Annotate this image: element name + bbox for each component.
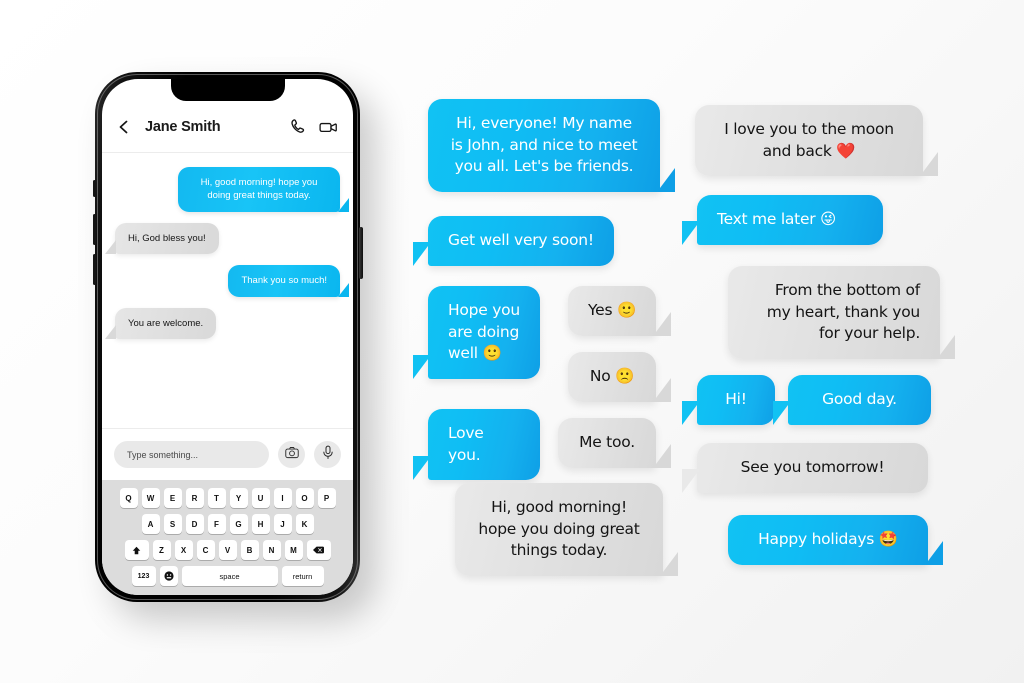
gallery-bubble-bottom-of-heart[interactable]: From the bottom of my heart, thank you f… (728, 266, 955, 359)
chat-bubble-incoming[interactable]: Hi, God bless you! (115, 222, 219, 255)
chat-bubble-outgoing[interactable]: Thank you so much! (228, 265, 349, 298)
contact-name: Jane Smith (145, 118, 221, 135)
gallery-bubble-good-morning[interactable]: Hi, good morning! hope you doing great t… (455, 483, 678, 576)
key-q[interactable]: Q (119, 488, 138, 508)
back-chevron-icon[interactable] (115, 118, 133, 136)
keyboard-row-4: 123 space return (106, 566, 349, 586)
gallery-bubble-see-you[interactable]: See you tomorrow! (682, 443, 928, 493)
key-x[interactable]: X (174, 540, 193, 560)
key-s[interactable]: S (163, 514, 182, 534)
phone-frame: Jane Smith Hi, good morning! hope you do (92, 72, 363, 602)
key-a[interactable]: A (141, 514, 160, 534)
emoji-icon (163, 571, 174, 581)
key-p[interactable]: P (317, 488, 336, 508)
key-w[interactable]: W (141, 488, 160, 508)
microphone-button[interactable] (314, 441, 341, 468)
camera-button[interactable] (278, 441, 305, 468)
gallery-bubble-text: Hi, everyone! My name is John, and nice … (450, 114, 638, 176)
key-z[interactable]: Z (152, 540, 171, 560)
gallery-bubble-get-well[interactable]: Get well very soon! (413, 216, 614, 266)
key-i[interactable]: I (273, 488, 292, 508)
phone-icon[interactable] (288, 117, 308, 137)
gallery-bubble-text: Hi! (725, 390, 747, 408)
volume-up-button[interactable] (92, 214, 96, 245)
gallery-bubble-text: Happy holidays 🤩 (758, 530, 898, 548)
phone-message-list: Hi, good morning! hope you doing great t… (102, 153, 353, 428)
silent-switch-button[interactable] (92, 180, 96, 197)
gallery-bubble-text-me-later[interactable]: Text me later 😜 (682, 195, 883, 245)
gallery-bubble-good-day[interactable]: Good day. (773, 375, 931, 425)
gallery-bubble-text: Get well very soon! (448, 231, 594, 249)
gallery-bubble-text: I love you to the moon and back ❤️ (724, 120, 894, 160)
phone-screen: Jane Smith Hi, good morning! hope you do (102, 79, 353, 595)
microphone-icon (322, 445, 334, 465)
keyboard-row-2: A S D F G H J K (106, 514, 349, 534)
message-row: You are welcome. (115, 307, 340, 340)
volume-down-button[interactable] (92, 254, 96, 285)
gallery-bubble-text: From the bottom of my heart, thank you f… (766, 281, 920, 343)
key-m[interactable]: M (284, 540, 303, 560)
backspace-key[interactable] (306, 540, 331, 560)
camera-icon (284, 446, 299, 464)
gallery-bubble-text: No 🙁 (589, 367, 635, 385)
key-c[interactable]: C (196, 540, 215, 560)
message-input-bar: Type something... (102, 428, 353, 480)
key-y[interactable]: Y (229, 488, 248, 508)
key-t[interactable]: T (207, 488, 226, 508)
phone-notch (170, 79, 285, 101)
key-k[interactable]: K (295, 514, 314, 534)
key-u[interactable]: U (251, 488, 270, 508)
on-screen-keyboard: Q W E R T Y U I O P A S D F G H J K Z X … (102, 480, 353, 595)
gallery-bubble-intro[interactable]: Hi, everyone! My name is John, and nice … (428, 99, 675, 192)
keyboard-row-1: Q W E R T Y U I O P (106, 488, 349, 508)
key-n[interactable]: N (262, 540, 281, 560)
keyboard-row-3: Z X C V B N M (106, 540, 349, 560)
key-h[interactable]: H (251, 514, 270, 534)
video-camera-icon[interactable] (318, 117, 338, 137)
gallery-bubble-text: Me too. (579, 433, 635, 451)
gallery-bubble-love-you[interactable]: Love you. (413, 409, 540, 481)
key-g[interactable]: G (229, 514, 248, 534)
key-o[interactable]: O (295, 488, 314, 508)
gallery-bubble-text: Yes 🙂 (588, 301, 636, 319)
chat-header: Jane Smith (102, 101, 353, 153)
chat-bubble-outgoing[interactable]: Hi, good morning! hope you doing great t… (178, 167, 349, 212)
chat-bubble-incoming[interactable]: You are welcome. (115, 307, 217, 340)
gallery-bubble-happy-holidays[interactable]: Happy holidays 🤩 (728, 515, 943, 565)
power-button[interactable] (359, 227, 363, 279)
shift-icon (132, 546, 141, 555)
shift-key[interactable] (124, 540, 149, 560)
backspace-icon (313, 546, 324, 554)
message-row: Hi, good morning! hope you doing great t… (115, 167, 349, 212)
gallery-bubble-hi[interactable]: Hi! (682, 375, 775, 425)
message-row: Thank you so much! (115, 265, 349, 298)
key-j[interactable]: J (273, 514, 292, 534)
gallery-bubble-text: Text me later 😜 (717, 210, 836, 228)
gallery-bubble-text: See you tomorrow! (740, 458, 885, 476)
emoji-key[interactable] (159, 566, 178, 586)
key-b[interactable]: B (240, 540, 259, 560)
numbers-key[interactable]: 123 (131, 566, 156, 586)
gallery-bubble-text: Hope you are doing well 🙂 (448, 301, 520, 363)
gallery-bubble-no[interactable]: No 🙁 (568, 352, 671, 402)
message-row: Hi, God bless you! (115, 222, 340, 255)
gallery-bubble-text: Love you. (448, 424, 484, 464)
gallery-bubble-yes[interactable]: Yes 🙂 (568, 286, 671, 336)
key-d[interactable]: D (185, 514, 204, 534)
gallery-bubble-text: Hi, good morning! hope you doing great t… (478, 498, 640, 560)
gallery-bubble-hope-you-well[interactable]: Hope you are doing well 🙂 (413, 286, 540, 379)
phone-mockup: Jane Smith Hi, good morning! hope you do (92, 72, 363, 602)
gallery-bubble-moon-and-back[interactable]: I love you to the moon and back ❤️ (695, 105, 938, 177)
message-input-field[interactable]: Type something... (114, 441, 269, 468)
message-input-placeholder: Type something... (127, 449, 199, 460)
key-e[interactable]: E (163, 488, 182, 508)
key-v[interactable]: V (218, 540, 237, 560)
gallery-bubble-me-too[interactable]: Me too. (558, 418, 671, 468)
key-r[interactable]: R (185, 488, 204, 508)
key-f[interactable]: F (207, 514, 226, 534)
space-key[interactable]: space (181, 566, 278, 586)
gallery-bubble-text: Good day. (822, 390, 897, 408)
return-key[interactable]: return (281, 566, 324, 586)
